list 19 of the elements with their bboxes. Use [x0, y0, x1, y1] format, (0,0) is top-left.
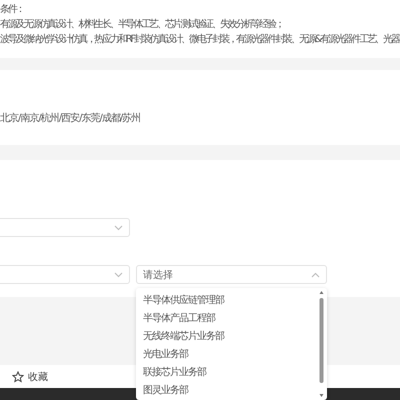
requirements-text: 波导及微纳光学设计仿真，热应力和RF封装仿真设计、微电子封装，有源光器件封装、无源&有源光器件工艺、光器	[0, 32, 400, 47]
favorite-link[interactable]: 收藏	[28, 370, 48, 384]
dropdown-option[interactable]: 无线终端芯片业务部	[136, 328, 318, 346]
star-icon[interactable]	[12, 371, 24, 383]
locations-text: 北京/南京/杭州/西安/东莞/成都/苏州	[0, 112, 140, 124]
requirements-text: 有源及无源仿真设计、材料生长、半导体工艺、芯片测试验证、失效分析等经验；	[0, 18, 284, 32]
caret-up-icon	[311, 272, 320, 278]
select-field[interactable]	[0, 218, 130, 237]
dropdown-option[interactable]: 图灵业务部	[136, 382, 318, 400]
dropdown-option[interactable]: 半导体产品工程部	[136, 310, 318, 328]
dropdown-option[interactable]: 半导体供应链管理部	[136, 292, 318, 310]
dropdown-option[interactable]: 光电业务部	[136, 346, 318, 364]
requirements-heading: 条件：	[0, 3, 25, 17]
select-field[interactable]: 请选择	[136, 265, 327, 284]
caret-down-icon	[114, 272, 123, 278]
dropdown-option[interactable]: 联接芯片业务部	[136, 364, 318, 382]
caret-down-icon	[114, 224, 123, 230]
select-field[interactable]	[0, 265, 130, 284]
scrollbar[interactable]	[319, 290, 324, 398]
